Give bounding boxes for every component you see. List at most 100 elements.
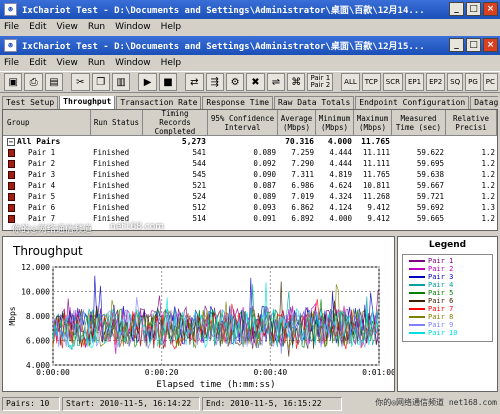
swap-icon[interactable]: ⇌ [266, 73, 286, 91]
delete-pair-icon[interactable]: ✖ [246, 73, 265, 91]
pair-icon [8, 204, 15, 212]
row-status: Finished [93, 192, 130, 201]
legend-label: Pair 10 [428, 329, 458, 337]
close-button[interactable]: × [483, 38, 498, 52]
collapse-icon[interactable]: − [7, 137, 15, 146]
cut-icon[interactable]: ✂ [71, 73, 90, 91]
y-tick-label: 8.000 [26, 312, 50, 321]
watermark-chart: 你的◎网络通信频道 [12, 225, 92, 235]
row-status: Finished [93, 181, 130, 190]
row-group: Pair 2 [28, 159, 56, 168]
pair-select-button[interactable]: Pair 1 Pair 2 [307, 73, 334, 91]
tab-response-time[interactable]: Response Time [202, 96, 274, 109]
maximize-button[interactable]: □ [466, 2, 481, 16]
menu-help[interactable]: Help [161, 58, 182, 68]
legend-item[interactable]: Pair 7 [409, 305, 492, 313]
tab-throughput[interactable]: Throughput [59, 96, 116, 109]
legend-item[interactable]: Pair 5 [409, 289, 492, 297]
legend-item[interactable]: Pair 10 [409, 329, 492, 337]
table-row[interactable]: Pair 4 Finished 521 0.087 6.986 4.624 10.811 59… [3, 180, 497, 191]
close-button[interactable]: × [483, 2, 498, 16]
header-average[interactable]: Average (Mbps) [278, 110, 316, 135]
run-icon[interactable]: ▶ [138, 73, 157, 91]
protocol-pc-button[interactable]: PC [482, 73, 498, 91]
protocol-sq-button[interactable]: SQ [447, 73, 464, 91]
minimize-button[interactable]: _ [449, 38, 464, 52]
summary-average: 70.316 [285, 137, 314, 146]
tab-datagram[interactable]: Datagram [470, 96, 498, 109]
summary-row[interactable]: − All Pairs 5,273 70.316 4.000 11.765 [3, 136, 497, 147]
protocol-all-button[interactable]: ALL [341, 73, 360, 91]
legend-item[interactable]: Pair 3 [409, 273, 492, 281]
legend-item[interactable]: Pair 9 [409, 321, 492, 329]
legend-item[interactable]: Pair 1 [409, 257, 492, 265]
table-row[interactable]: Pair 5 Finished 524 0.089 7.019 4.324 11.268 59… [3, 191, 497, 202]
tab-raw-data-totals[interactable]: Raw Data Totals [274, 96, 355, 109]
protocol-pg-button[interactable]: PG [465, 73, 481, 91]
header-group[interactable]: Group [3, 110, 91, 135]
menu-edit[interactable]: Edit [29, 22, 46, 32]
protocol-ep2-button[interactable]: EP2 [426, 73, 446, 91]
tab-transaction-rate[interactable]: Transaction Rate [116, 96, 202, 109]
menu-run[interactable]: Run [88, 22, 105, 32]
legend-label: Pair 9 [428, 321, 454, 329]
header-minimum[interactable]: Minimum (Mbps) [316, 110, 354, 135]
row-records: 545 [192, 170, 206, 179]
menu-edit[interactable]: Edit [29, 58, 46, 68]
row-records: 544 [192, 159, 206, 168]
save-icon[interactable]: ▣ [4, 73, 23, 91]
row-avg: 7.019 [291, 192, 314, 201]
table-row[interactable]: Pair 3 Finished 545 0.090 7.311 4.819 11.765 59… [3, 169, 497, 180]
row-max: 11.111 [362, 159, 390, 168]
outer-titlebar[interactable]: ☻ IxChariot Test - D:\Documents and Sett… [0, 0, 500, 19]
table-row[interactable]: Pair 2 Finished 544 0.092 7.290 4.444 11.111 59… [3, 158, 497, 169]
menu-run[interactable]: Run [88, 58, 105, 68]
x-axis-label: Elapsed time (h:mm:ss) [156, 380, 275, 390]
maximize-button[interactable]: □ [466, 38, 481, 52]
menu-view[interactable]: View [57, 58, 78, 68]
row-time: 59.665 [416, 214, 444, 223]
stop-icon[interactable]: ■ [158, 73, 178, 91]
menu-window[interactable]: Window [115, 58, 151, 68]
paste-icon[interactable]: ▥ [111, 73, 131, 91]
legend-item[interactable]: Pair 2 [409, 265, 492, 273]
tab-test-setup[interactable]: Test Setup [2, 96, 59, 109]
print-icon[interactable]: ⎙ [24, 73, 43, 91]
endpoint-icon[interactable]: ⌘ [287, 73, 306, 91]
menu-view[interactable]: View [57, 22, 78, 32]
header-timing-records[interactable]: Timing Records Completed [143, 110, 208, 136]
menu-window[interactable]: Window [115, 22, 151, 32]
tab-endpoint-configuration[interactable]: Endpoint Configuration [355, 96, 470, 109]
add-pair-icon[interactable]: ⇄ [185, 73, 204, 91]
multicast-icon[interactable]: ⇶ [205, 73, 224, 91]
menu-help[interactable]: Help [161, 22, 182, 32]
legend-item[interactable]: Pair 8 [409, 313, 492, 321]
row-min: 4.324 [329, 192, 352, 201]
legend-item[interactable]: Pair 4 [409, 281, 492, 289]
menu-file[interactable]: File [4, 58, 19, 68]
header-measured-time[interactable]: Measured Time (sec) [392, 110, 446, 135]
menu-file[interactable]: File [4, 22, 19, 32]
protocol-scr-button[interactable]: SCR [382, 73, 403, 91]
row-min: 4.444 [329, 148, 352, 157]
table-row[interactable]: Pair 1 Finished 541 0.089 7.259 4.444 11.111 59… [3, 147, 497, 158]
table-row[interactable]: Pair 6 Finished 512 0.093 6.862 4.124 9.412 59.… [3, 202, 497, 213]
legend-item[interactable]: Pair 6 [409, 297, 492, 305]
x-tick-label: 0:00:40 [253, 368, 287, 377]
chart-title: Throughput [12, 244, 83, 258]
inner-titlebar[interactable]: ☻ IxChariot Test - D:\Documents and Sett… [0, 36, 500, 55]
protocol-ep1-button[interactable]: EP1 [404, 73, 425, 91]
header-run-status[interactable]: Run Status [91, 110, 143, 135]
open-icon[interactable]: ▤ [44, 73, 64, 91]
header-confidence[interactable]: 95% Confidence Interval [208, 110, 278, 135]
header-maximum[interactable]: Maximum (Mbps) [354, 110, 392, 135]
row-max: 11.765 [362, 170, 390, 179]
header-relative-precision[interactable]: Relative Precisi [446, 110, 497, 135]
protocol-tcp-button[interactable]: TCP [361, 73, 381, 91]
minimize-button[interactable]: _ [449, 2, 464, 16]
edit-pair-icon[interactable]: ⚙ [225, 73, 245, 91]
row-max: 11.111 [362, 148, 390, 157]
copy-icon[interactable]: ❐ [91, 73, 110, 91]
row-group: Pair 3 [28, 170, 56, 179]
y-tick-label: 6.000 [26, 337, 50, 346]
